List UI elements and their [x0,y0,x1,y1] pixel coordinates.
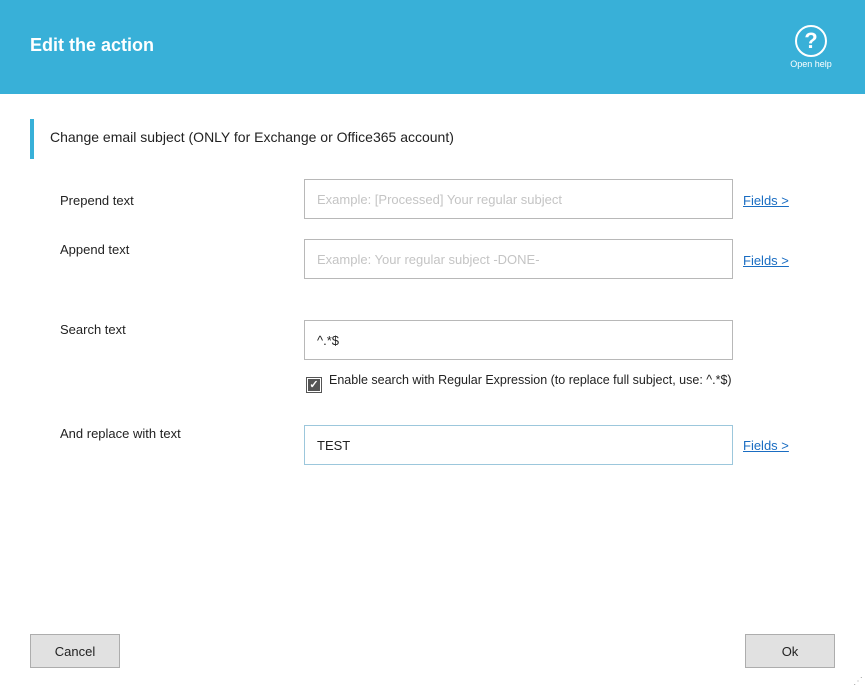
resize-grip-icon[interactable]: ⋰ [853,677,863,687]
checkmark-icon: ✓ [308,379,320,391]
open-help-button[interactable]: ? Open help [786,25,836,73]
search-text-label: Search text [60,322,126,337]
append-text-input[interactable] [304,239,733,279]
cancel-button[interactable]: Cancel [30,634,120,668]
question-circle-icon: ? [795,25,827,57]
prepend-text-input[interactable] [304,179,733,219]
append-fields-link[interactable]: Fields > [743,253,789,268]
open-help-label: Open help [790,59,832,69]
section-header: Change email subject (ONLY for Exchange … [30,119,534,159]
replace-fields-link[interactable]: Fields > [743,438,789,453]
regex-checkbox[interactable]: ✓ [306,377,322,393]
dialog-header: Edit the action ? Open help [0,0,865,94]
prepend-text-label: Prepend text [60,193,134,208]
replace-text-input[interactable] [304,425,733,465]
append-text-label: Append text [60,242,130,257]
replace-text-label: And replace with text [60,426,181,441]
ok-button[interactable]: Ok [745,634,835,668]
prepend-fields-link[interactable]: Fields > [743,193,789,208]
search-text-input[interactable] [304,320,733,360]
dialog-title: Edit the action [30,35,155,55]
section-title: Change email subject (ONLY for Exchange … [50,129,454,145]
regex-checkbox-label: Enable search with Regular Expression (t… [329,373,732,387]
